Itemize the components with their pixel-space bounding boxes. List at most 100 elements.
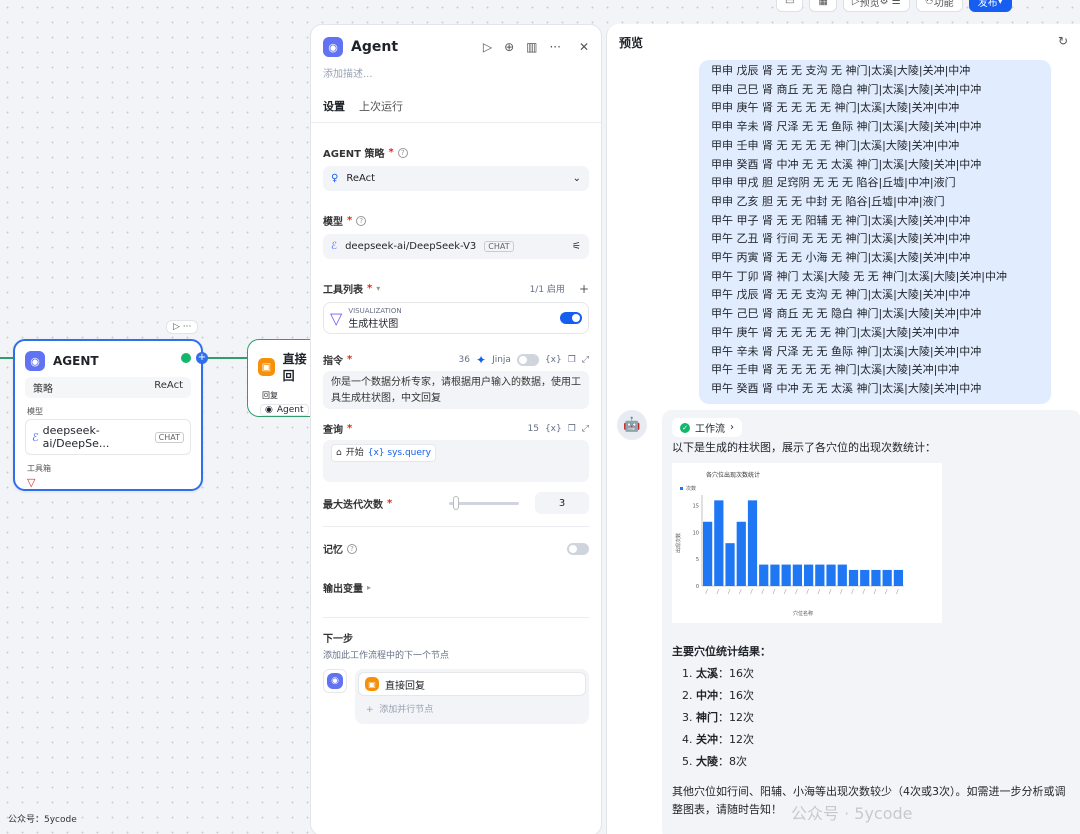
x-tick-mark [705, 588, 708, 595]
copy-icon[interactable]: ❐ [568, 424, 576, 434]
strategy-select-value: ReAct [346, 173, 376, 184]
output-vars-toggle[interactable]: 输出变量 ▸ [323, 580, 589, 595]
x-tick-mark [738, 588, 742, 595]
node-controls[interactable]: ▷ ··· [166, 320, 199, 334]
help-icon[interactable]: ? [356, 215, 367, 226]
more-icon[interactable]: ··· [549, 40, 560, 54]
tab-settings[interactable]: 设置 [323, 98, 345, 114]
model-select[interactable]: ℰ deepseek-ai/DeepSeek-V3 CHAT ⚟ [323, 234, 589, 259]
tab-last-run[interactable]: 上次运行 [359, 98, 403, 114]
bar [848, 569, 859, 586]
preview-panel: 预览 ↻ 甲申 戊辰 肾 无 无 支沟 无 神门|太溪|大陵|关冲|中冲 甲申 己… [606, 24, 1080, 834]
bar [770, 564, 780, 586]
x-tick-mark [839, 588, 843, 595]
x-tick-mark [772, 588, 776, 595]
user-message: 甲申 戊辰 肾 无 无 支沟 无 神门|太溪|大陵|关冲|中冲 甲申 己巳 肾 商… [699, 60, 1051, 404]
user-message-line: 甲申 乙亥 胆 无 无 中封 无 陷谷|丘墟|中冲|液门 [711, 194, 945, 208]
instruction-textarea[interactable]: 你是一个数据分析专家，请根据用户输入的数据，使用工具生成柱状图，中文回复 [323, 371, 589, 409]
memory-label-text: 记忆 [323, 545, 343, 556]
add-node-handle[interactable]: + [196, 352, 208, 364]
chat-badge: CHAT [154, 431, 184, 443]
tools-count: 1/1 启用 [529, 285, 565, 295]
user-message-line: 甲午 丙寅 肾 无 无 小海 无 神门|太溪|大陵|关冲|中冲 [711, 251, 971, 265]
description-input[interactable]: 添加描述... [311, 63, 601, 82]
result-index: 5. [682, 755, 696, 768]
max-iter-input[interactable]: 3 [535, 492, 589, 514]
expand-icon[interactable]: ⤢ [582, 355, 589, 365]
variable-icon[interactable]: {x} [545, 355, 562, 365]
next-step-hint: 添加此工作流程中的下一个节点 [323, 651, 450, 661]
publish-button[interactable]: 发布 ▾ [968, 0, 1012, 12]
agent-figure-icon: ♀ [331, 173, 339, 184]
jinja-toggle[interactable] [516, 353, 539, 366]
strategy-select[interactable]: ♀ ReAct ⌄ [323, 166, 589, 191]
reply-icon: ▣ [365, 677, 379, 691]
features-button[interactable]: ⚇ 功能 [915, 0, 963, 12]
x-tick-mark [716, 588, 720, 595]
success-status-icon [181, 353, 191, 363]
agent-node[interactable]: ◉ AGENT 策略 ReAct 模型 ℰ deepseek-ai/DeepSe… [13, 339, 203, 491]
tool-enable-toggle[interactable] [560, 312, 582, 324]
settings-sliders-icon[interactable]: ⚟ [572, 241, 581, 252]
x-tick-mark [873, 588, 877, 595]
tools-section-label[interactable]: 工具列表 * ▾ [323, 281, 524, 296]
variable-icon[interactable]: {x} [545, 424, 562, 434]
bar [837, 564, 847, 586]
preview-button[interactable]: ▷ 预览 ⚙ ☰ [842, 0, 910, 12]
help-icon[interactable]: ? [397, 147, 408, 158]
sparkle-icon[interactable]: ✦ [476, 353, 486, 367]
tool-card[interactable]: ▽ VISUALIZATION 生成柱状图 [323, 302, 589, 334]
check-icon: ✓ [680, 422, 690, 433]
memory-label: 记忆? [323, 541, 561, 556]
toolbar-button[interactable]: ▭ [776, 0, 804, 12]
run-icon[interactable]: ▷ [483, 40, 492, 54]
workflow-label: 工作流 [695, 424, 725, 435]
panel-title[interactable]: Agent [351, 39, 475, 55]
help-icon[interactable]: ? [347, 543, 357, 554]
x-tick-mark [727, 588, 731, 595]
add-parallel-text: 添加并行节点 [379, 705, 434, 715]
next-node-item[interactable]: ▣ 直接回复 [358, 672, 586, 696]
x-tick-mark [884, 588, 888, 595]
result-index: 4. [682, 733, 696, 746]
model-section-label: 模型 *? [323, 213, 589, 228]
add-parallel-node-button[interactable]: + 添加并行节点 [358, 696, 586, 721]
features-label: 功能 [933, 0, 954, 9]
user-message-line: 甲申 癸酉 肾 中冲 无 无 太溪 神门|太溪|大陵|关冲|中冲 [711, 157, 982, 171]
locate-icon[interactable]: ⊕ [504, 40, 514, 54]
max-iter-slider[interactable] [449, 495, 519, 510]
edge-left [0, 357, 13, 359]
model-section-text: 模型 [323, 217, 343, 228]
memory-toggle[interactable] [567, 542, 589, 555]
agent-node-title: AGENT [53, 354, 99, 368]
x-tick-mark [817, 588, 821, 595]
toolbar-button[interactable]: ▦ [809, 0, 837, 12]
bar [736, 521, 746, 586]
expand-icon[interactable]: ⤢ [582, 424, 589, 434]
user-message-line: 甲申 己巳 肾 商丘 无 无 隐白 神门|太溪|大陵|关冲|中冲 [711, 82, 982, 96]
result-value: ：12次 [718, 711, 754, 724]
instruction-count: 36 [458, 354, 470, 365]
tool-provider: VISUALIZATION [348, 306, 402, 315]
slider-handle[interactable] [453, 495, 459, 510]
instruction-label: 指令 * [323, 354, 353, 367]
bar [871, 569, 881, 586]
chevron-down-icon: ⌄ [572, 173, 581, 184]
result-item: 5. 大陵：8次 [682, 751, 1071, 773]
reply-var: ◉ Agent [260, 404, 309, 416]
sys-query-var: {x} sys.query [367, 448, 431, 458]
workflow-status[interactable]: ✓ 工作流 › [672, 418, 742, 437]
refresh-icon[interactable]: ↻ [1058, 34, 1068, 51]
query-input[interactable]: ⌂ 开始 {x} sys.query [323, 440, 589, 482]
panel-tabs: 设置 上次运行 [311, 82, 601, 123]
add-tool-icon[interactable]: + [579, 282, 589, 296]
strategy-label: 策略 [33, 384, 53, 395]
x-tick-mark [896, 588, 899, 595]
close-icon[interactable]: ✕ [579, 40, 589, 54]
result-value: ：16次 [718, 689, 754, 702]
tools-label: 工具箱 [27, 464, 51, 473]
max-iter-label: 最大迭代次数 * [323, 497, 393, 511]
copy-icon[interactable]: ❐ [568, 355, 576, 365]
book-icon[interactable]: ▥ [526, 40, 537, 54]
user-message-line: 甲午 丁卯 肾 神门 太溪|大陵 无 无 神门|太溪|大陵|关冲|中冲 [711, 269, 1008, 283]
